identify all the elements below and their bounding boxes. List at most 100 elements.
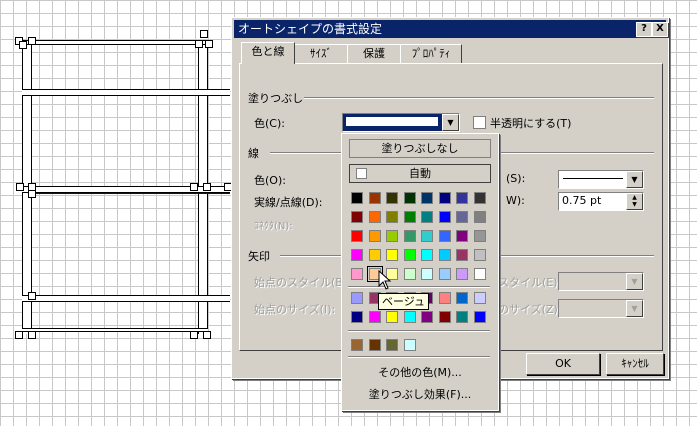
shape-horizontal-bar-3[interactable] [22,186,208,193]
selection-handle[interactable] [190,183,198,191]
color-swatch[interactable] [438,311,451,323]
cancel-button[interactable]: ｷｬﾝｾﾙ [606,353,664,375]
color-swatch[interactable] [438,211,451,223]
end-size-dropdown[interactable]: ▼ [558,299,644,318]
color-swatch[interactable] [351,211,363,223]
selection-handle[interactable] [205,40,213,48]
semi-transparent-checkbox[interactable] [473,116,486,129]
color-swatch[interactable] [386,249,398,261]
line-weight-spinner[interactable]: 0.75 pt ▲ ▼ [558,192,644,211]
selection-handle[interactable] [16,183,24,191]
shape-horizontal-bar-1[interactable] [22,40,208,45]
color-swatch[interactable] [386,339,398,351]
color-swatch[interactable] [351,192,363,204]
chevron-down-icon[interactable]: ▼ [626,300,643,317]
fill-color-dropdown[interactable]: ▼ [342,113,460,132]
color-swatch[interactable] [351,268,363,280]
color-swatch[interactable] [403,268,416,280]
selection-handle[interactable] [203,331,211,339]
color-swatch[interactable] [421,230,433,242]
color-swatch[interactable] [456,311,468,323]
shape-horizontal-bar-4[interactable] [22,295,208,302]
color-swatch[interactable] [368,192,381,204]
chevron-down-icon[interactable]: ▼ [626,171,643,188]
color-swatch[interactable] [386,311,398,323]
color-swatch[interactable] [368,230,381,242]
chevron-down-icon[interactable]: ▼ [626,273,643,290]
color-swatch[interactable] [421,268,433,280]
color-swatch[interactable] [386,192,398,204]
tab-protection[interactable]: 保護 [347,44,401,63]
selection-handle[interactable] [28,292,36,300]
color-swatch[interactable] [473,230,486,242]
spinner-arrows-icon[interactable]: ▲ ▼ [626,193,643,210]
color-swatch[interactable] [351,311,363,323]
color-swatch[interactable] [438,292,451,304]
color-swatch[interactable] [456,249,468,261]
color-swatch[interactable] [473,268,486,280]
color-swatch[interactable] [421,211,433,223]
more-colors-item[interactable]: その他の色(M)... [342,364,498,380]
color-swatch[interactable] [421,249,433,261]
selection-handle[interactable] [19,41,27,49]
shape-horizontal-bar-ext-3[interactable] [208,295,230,302]
selection-handle[interactable] [190,331,198,339]
color-swatch[interactable] [456,192,468,204]
line-weight-value[interactable]: 0.75 pt [562,194,601,207]
color-swatch[interactable] [438,249,451,261]
color-swatch[interactable] [351,339,363,351]
color-swatch[interactable] [421,192,433,204]
color-swatch[interactable] [473,311,486,323]
close-button[interactable]: X [652,22,668,37]
color-swatch[interactable] [438,192,451,204]
automatic-color-button[interactable]: 自動 [349,164,491,183]
ok-button[interactable]: OK [526,353,600,375]
selection-handle[interactable] [195,40,203,48]
color-swatch[interactable] [438,268,451,280]
color-swatch[interactable] [456,230,468,242]
shape-horizontal-bar-2[interactable] [22,89,208,96]
color-swatch[interactable] [351,230,363,242]
end-style-dropdown[interactable]: ▼ [558,272,644,291]
color-swatch[interactable] [456,211,468,223]
selection-handle[interactable] [203,183,211,191]
selection-handle[interactable] [28,190,36,198]
color-swatch[interactable] [368,311,381,323]
color-swatch[interactable] [403,192,416,204]
color-swatch[interactable] [403,339,416,351]
color-swatch[interactable] [403,230,416,242]
selection-handle[interactable] [15,331,23,339]
color-swatch[interactable] [368,339,381,351]
color-swatch[interactable] [351,292,363,304]
color-swatch[interactable] [386,211,398,223]
color-swatch[interactable] [456,292,468,304]
color-swatch[interactable] [456,268,468,280]
color-swatch[interactable] [368,211,381,223]
selection-handle[interactable] [200,30,208,38]
no-fill-button[interactable]: 塗りつぶしなし [349,139,491,158]
color-swatch[interactable] [473,192,486,204]
dialog-titlebar[interactable]: オートシェイプの書式設定 ? X [234,20,668,38]
shape-horizontal-bar-ext-1[interactable] [208,89,230,96]
fill-effects-item[interactable]: 塗りつぶし効果(F)... [342,386,498,402]
selection-handle[interactable] [28,37,36,45]
color-swatch[interactable] [368,249,381,261]
color-swatch[interactable] [473,249,486,261]
color-swatch[interactable] [386,230,398,242]
color-swatch[interactable] [438,230,451,242]
tab-properties[interactable]: ﾌﾟﾛﾊﾟﾃｨ [400,44,462,63]
shape-horizontal-bar-5[interactable] [22,328,208,332]
color-swatch[interactable] [403,249,416,261]
line-style-dropdown[interactable]: ▼ [558,170,644,189]
tab-colors-and-lines[interactable]: 色と線 [241,42,295,64]
color-swatch[interactable] [403,311,416,323]
help-button[interactable]: ? [636,22,652,37]
color-swatch[interactable] [473,211,486,223]
color-swatch[interactable] [403,211,416,223]
tab-size[interactable]: ｻｲｽﾞ [294,44,348,63]
selection-handle[interactable] [28,331,36,339]
color-swatch[interactable] [351,249,363,261]
chevron-down-icon[interactable]: ▼ [442,114,459,131]
color-swatch[interactable] [421,311,433,323]
color-swatch[interactable] [473,292,486,304]
